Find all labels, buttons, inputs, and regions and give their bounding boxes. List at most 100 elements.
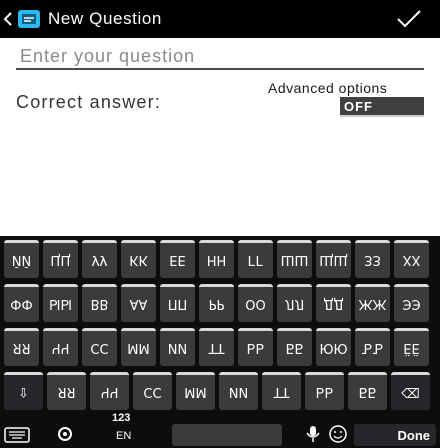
key-label: ЬЬ [246, 339, 265, 355]
keyboard-key[interactable]: ЯЯ [47, 372, 86, 410]
keyboard-key[interactable]: АА [121, 284, 156, 322]
key-label: ЮЮ [319, 339, 348, 355]
key-highlight [238, 284, 273, 287]
keyboard-key[interactable]: ЫЫ [43, 284, 78, 322]
key-highlight [199, 284, 234, 287]
keyboard-key[interactable]: ЭЭ [394, 284, 429, 322]
keyboard-key[interactable]: ЖЖ [355, 284, 390, 322]
keyboard-key[interactable]: ОО [238, 284, 273, 322]
key-highlight [4, 284, 39, 287]
keyboard-key[interactable]: ⇧ [4, 372, 43, 410]
numeric-mode-label[interactable]: 123 [112, 412, 130, 424]
key-highlight [43, 240, 78, 243]
keyboard-key[interactable]: ИИ [219, 372, 258, 410]
keyboard-key[interactable]: ВВ [82, 284, 117, 322]
key-label: НН [206, 251, 227, 267]
key-label: ЛЛ [284, 295, 305, 311]
key-highlight [82, 240, 117, 243]
keyboard-key[interactable]: ШШ [277, 240, 312, 278]
key-highlight [391, 372, 430, 375]
keyboard-key[interactable]: ИИ [160, 328, 195, 366]
keyboard-key[interactable]: ЮЮ [316, 328, 351, 366]
toggle-state: OFF [344, 99, 373, 114]
keyboard-key[interactable]: ББ [277, 328, 312, 366]
mic-icon[interactable] [302, 424, 324, 444]
keyboard-key[interactable]: ЁЁ [394, 328, 429, 366]
key-label: АА [129, 295, 148, 311]
keyboard-key[interactable]: ББ [348, 372, 387, 410]
keyboard-key[interactable]: ЧЧ [43, 328, 78, 366]
key-label: ЦЦ [50, 251, 71, 267]
key-highlight [348, 372, 387, 375]
keyboard-key[interactable]: ЯЯ [4, 328, 39, 366]
key-label: ММ [184, 383, 207, 399]
emoji-icon[interactable] [326, 424, 350, 444]
keyboard-key[interactable]: ММ [176, 372, 215, 410]
toggle-underline [340, 115, 424, 117]
keyboard-key[interactable]: ЪЪ [355, 328, 390, 366]
app-logo-icon[interactable] [16, 7, 42, 31]
back-arrow-icon[interactable] [3, 11, 13, 27]
key-highlight [82, 328, 117, 331]
keyboard-key[interactable]: ЬЬ [305, 372, 344, 410]
key-label: ВВ [90, 295, 109, 311]
key-highlight [355, 240, 390, 243]
keyboard-key[interactable]: ЦЦ [43, 240, 78, 278]
keyboard-key[interactable]: ТТ [199, 328, 234, 366]
key-highlight [305, 372, 344, 375]
keyboard-key[interactable]: ДД [316, 284, 351, 322]
key-highlight [277, 284, 312, 287]
key-label: ИИ [228, 383, 249, 399]
keyboard-key[interactable]: КК [121, 240, 156, 278]
keyboard-key[interactable]: ЗЗ [355, 240, 390, 278]
key-highlight [262, 372, 301, 375]
correct-answer-toggle[interactable]: OFF [340, 97, 424, 117]
key-label: ЫЫ [49, 295, 72, 311]
keyboard-key[interactable]: ЙЙ [4, 240, 39, 278]
key-highlight [160, 240, 195, 243]
keyboard-key[interactable]: СС [82, 328, 117, 366]
correct-answer-label: Correct answer: [16, 92, 162, 112]
keyboard-key[interactable]: СС [133, 372, 172, 410]
key-highlight [394, 284, 429, 287]
done-label: Done [397, 427, 431, 443]
key-highlight [277, 328, 312, 331]
advanced-options-label[interactable]: Advanced options [268, 80, 438, 96]
question-input[interactable] [16, 44, 424, 70]
keyboard-key[interactable]: ЛЛ [277, 284, 312, 322]
keyboard-key[interactable]: УУ [82, 240, 117, 278]
keyboard-key[interactable]: РР [199, 284, 234, 322]
keyboard-key[interactable]: ХХ [394, 240, 429, 278]
keyboard-key[interactable]: НН [199, 240, 234, 278]
key-label: СС [143, 383, 162, 399]
keyboard-key[interactable]: ⌫ [391, 372, 430, 410]
keyboard-key[interactable]: ЕЕ [160, 240, 195, 278]
confirm-check-icon[interactable] [394, 8, 424, 30]
key-highlight [316, 240, 351, 243]
key-highlight [238, 328, 273, 331]
keyboard-key[interactable]: ГГ [238, 240, 273, 278]
settings-icon[interactable] [54, 424, 76, 444]
space-key[interactable] [172, 424, 282, 446]
key-label: ММ [127, 339, 150, 355]
keyboard-key[interactable]: ЬЬ [238, 328, 273, 366]
key-label: ГГ [247, 251, 264, 267]
key-label: ЙЙ [11, 251, 32, 267]
key-label: ЕЕ [169, 251, 186, 267]
key-highlight [43, 328, 78, 331]
keyboard-key[interactable]: ФФ [4, 284, 39, 322]
keyboard-key[interactable]: ТТ [262, 372, 301, 410]
key-highlight [355, 328, 390, 331]
language-label[interactable]: EN [116, 430, 131, 442]
done-key[interactable]: Done [354, 424, 436, 446]
key-label: ДД [323, 295, 344, 311]
keyboard-key[interactable]: ПП [160, 284, 195, 322]
key-highlight [199, 240, 234, 243]
keyboard-key[interactable]: ЩЩ [316, 240, 351, 278]
keyboard-key[interactable]: ММ [121, 328, 156, 366]
keyboard-icon[interactable] [4, 426, 30, 444]
key-label: ИИ [167, 339, 188, 355]
key-highlight [121, 240, 156, 243]
key-label: СС [90, 339, 109, 355]
keyboard-key[interactable]: ЧЧ [90, 372, 129, 410]
